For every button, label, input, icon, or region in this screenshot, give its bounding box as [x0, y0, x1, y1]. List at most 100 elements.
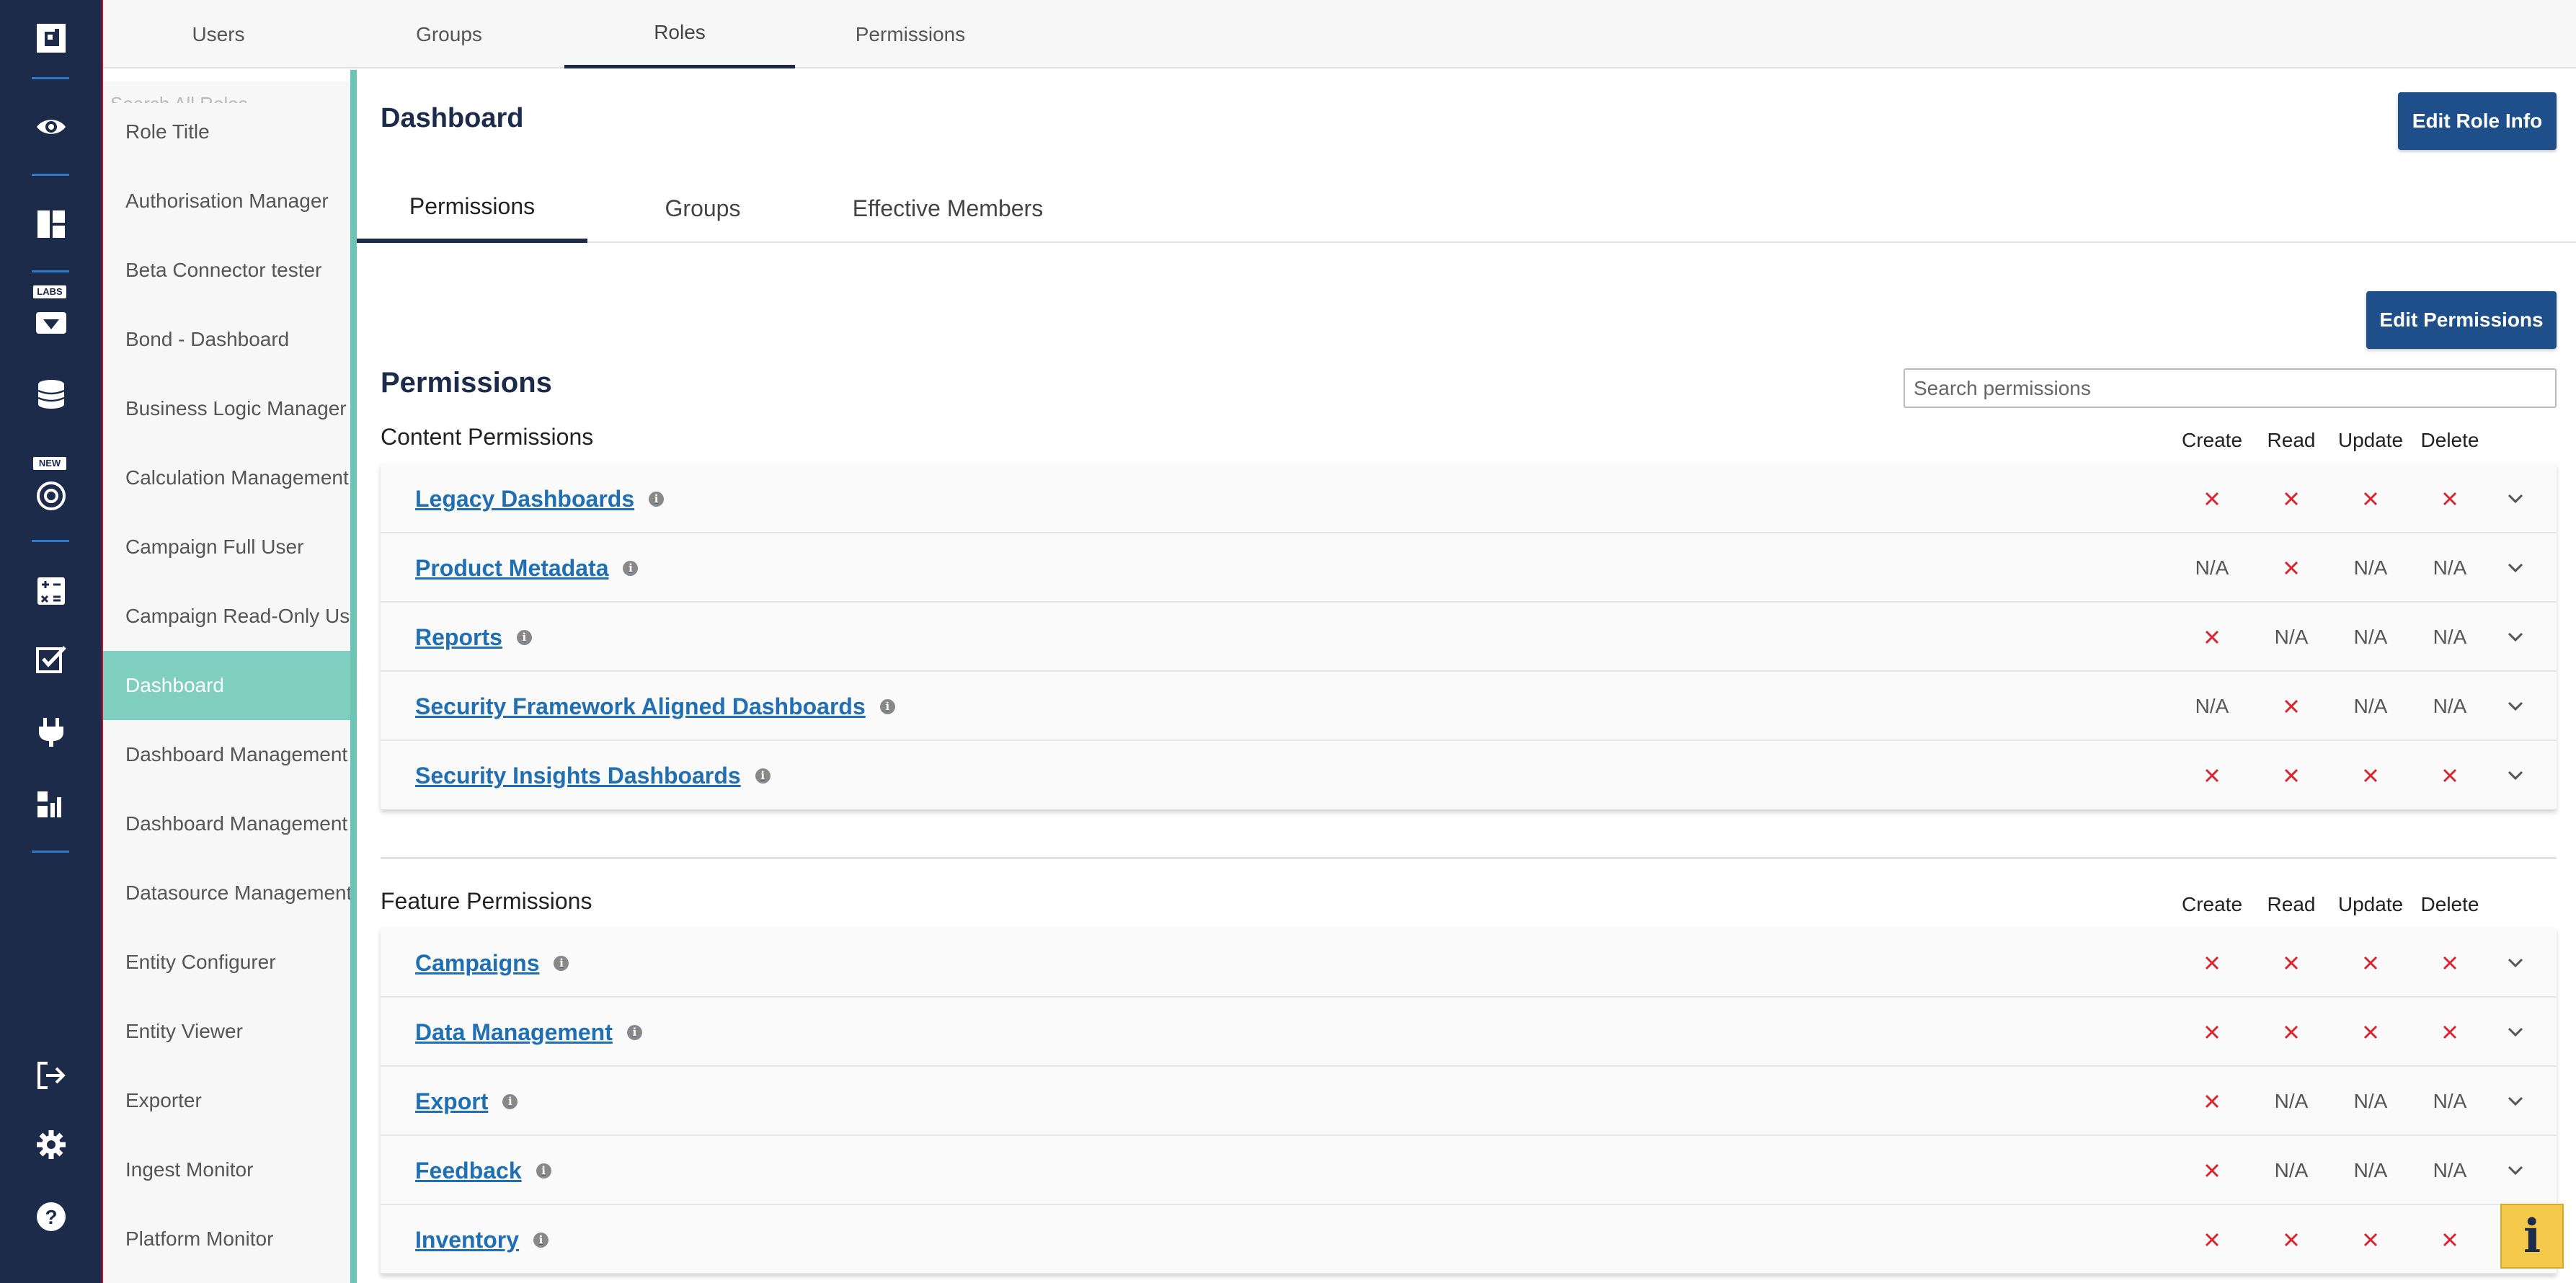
deny-icon: [2172, 998, 2252, 1067]
chevron-down-icon[interactable]: [2501, 672, 2530, 741]
chevron-down-icon[interactable]: [2501, 998, 2530, 1067]
permission-card: Campaigns i Data Management i Export i N/A N/A N…: [381, 928, 2557, 1274]
permission-value: N/A: [2274, 1090, 2309, 1112]
info-icon[interactable]: i: [626, 1024, 642, 1040]
rail-item-logout[interactable]: [0, 1048, 102, 1106]
rail-item-plug[interactable]: [0, 704, 102, 762]
rail-item-eye[interactable]: [0, 99, 102, 157]
permission-name: Data Management: [415, 1018, 613, 1045]
search-permissions-input[interactable]: [1904, 368, 2557, 408]
deny-icon: [2410, 1205, 2490, 1274]
role-list-item[interactable]: Entity Viewer: [103, 997, 350, 1066]
tab-roles[interactable]: Roles: [564, 0, 795, 68]
deny-icon: [2410, 741, 2490, 810]
rail-item-calculator[interactable]: [0, 564, 102, 621]
permission-value: N/A: [2353, 1090, 2388, 1112]
permission-group-heading: Feature Permissions: [381, 888, 592, 914]
permission-link[interactable]: Product Metadata i: [415, 533, 639, 603]
chevron-down-icon[interactable]: [2501, 603, 2530, 672]
chevron-down-icon[interactable]: [2501, 1067, 2530, 1136]
permission-name: Product Metadata: [415, 554, 609, 581]
info-icon[interactable]: i: [502, 1093, 518, 1109]
deny-icon: [2172, 1205, 2252, 1274]
role-list-item[interactable]: Calculation Management: [103, 443, 350, 512]
permission-card: Legacy Dashboards i Product Metadata i N/A N/…: [381, 464, 2557, 810]
role-list-item[interactable]: Authorisation Manager: [103, 167, 350, 236]
role-list-item[interactable]: Campaign Read-Only User: [103, 582, 350, 651]
deny-icon: [2410, 928, 2490, 998]
role-list-item[interactable]: Business Logic Manager: [103, 374, 350, 443]
info-icon[interactable]: i: [554, 955, 569, 971]
rail-item-database[interactable]: [0, 367, 102, 425]
rail-item-checklist[interactable]: [0, 632, 102, 690]
role-list-item[interactable]: Bond - Dashboard: [103, 305, 350, 374]
role-list-item[interactable]: Datasource Management: [103, 858, 350, 928]
role-list-item[interactable]: Dashboard Management: [103, 789, 350, 858]
permission-link[interactable]: Reports i: [415, 603, 532, 672]
permission-link[interactable]: Legacy Dashboards i: [415, 464, 665, 533]
rail-item-logo[interactable]: [0, 11, 102, 68]
rail-separator: [32, 174, 69, 176]
edit-role-info-button[interactable]: Edit Role Info: [2398, 92, 2557, 150]
chevron-down-icon[interactable]: [2501, 464, 2530, 533]
permission-value: N/A: [2353, 1159, 2388, 1181]
chevron-down-icon[interactable]: [2501, 1136, 2530, 1205]
permission-link[interactable]: Security Framework Aligned Dashboards i: [415, 672, 895, 741]
info-icon[interactable]: i: [536, 1163, 551, 1178]
permission-link[interactable]: Export i: [415, 1067, 518, 1136]
role-list-item[interactable]: Dashboard: [103, 651, 350, 720]
tab-users[interactable]: Users: [103, 0, 334, 68]
info-icon[interactable]: i: [533, 1232, 549, 1248]
subtab-effective-members[interactable]: Effective Members: [818, 174, 1078, 243]
edit-permissions-button[interactable]: Edit Permissions: [2366, 291, 2557, 349]
role-list-item[interactable]: Entity Configurer: [103, 928, 350, 997]
rail-item-dashboard[interactable]: [0, 197, 102, 254]
permission-row: Data Management i: [381, 998, 2557, 1067]
deny-icon: [2172, 1067, 2252, 1136]
info-icon[interactable]: i: [623, 560, 639, 576]
role-list-item[interactable]: Beta Connector tester: [103, 236, 350, 305]
column-header-delete: Delete: [2420, 429, 2479, 451]
permission-value: N/A: [2433, 1159, 2467, 1181]
permission-link[interactable]: Security Insights Dashboards i: [415, 741, 770, 810]
rail-item-help[interactable]: ?: [0, 1189, 102, 1247]
chevron-down-icon[interactable]: [2501, 928, 2530, 998]
permission-name: Reports: [415, 623, 502, 650]
rail-item-reports[interactable]: [0, 776, 102, 834]
info-icon[interactable]: i: [649, 491, 665, 507]
rail-item-labs[interactable]: [0, 296, 102, 353]
tab-permissions[interactable]: Permissions: [795, 0, 1026, 68]
permission-row: Legacy Dashboards i: [381, 464, 2557, 533]
chevron-down-icon[interactable]: [2501, 533, 2530, 603]
role-list-item[interactable]: Platform Monitor: [103, 1204, 350, 1274]
role-list-item[interactable]: Exporter: [103, 1066, 350, 1135]
permission-name: Legacy Dashboards: [415, 485, 635, 512]
chevron-down-icon[interactable]: [2501, 741, 2530, 810]
tab-groups[interactable]: Groups: [334, 0, 564, 68]
permission-link[interactable]: Data Management i: [415, 998, 642, 1067]
main-panel: Dashboard Edit Role Info Permissions Grou…: [357, 70, 2576, 1283]
permission-link[interactable]: Feedback i: [415, 1136, 551, 1205]
role-list-item[interactable]: Ingest Monitor: [103, 1135, 350, 1204]
role-list-item[interactable]: Campaign Full User: [103, 512, 350, 582]
role-list-item[interactable]: Role Title: [103, 97, 350, 167]
eye-icon: [35, 110, 68, 147]
permission-link[interactable]: Inventory i: [415, 1205, 549, 1274]
help-fab-button[interactable]: i: [2500, 1204, 2564, 1269]
rail-item-settings[interactable]: [0, 1117, 102, 1175]
svg-text:?: ?: [45, 1206, 57, 1228]
deny-icon: [2252, 1205, 2331, 1274]
subtab-permissions[interactable]: Permissions: [357, 174, 587, 243]
permission-value: N/A: [2433, 1090, 2467, 1112]
info-icon[interactable]: i: [516, 629, 532, 645]
permission-link[interactable]: Campaigns i: [415, 928, 569, 998]
permissions-heading: Permissions: [381, 367, 552, 399]
rail-item-target[interactable]: [0, 467, 102, 525]
info-icon[interactable]: i: [755, 768, 770, 783]
permission-value: N/A: [2433, 695, 2467, 717]
deny-icon: [2252, 998, 2331, 1067]
subtab-groups[interactable]: Groups: [587, 174, 818, 243]
reports-icon: [35, 787, 68, 824]
info-icon[interactable]: i: [879, 698, 895, 714]
role-list-item[interactable]: Dashboard Management: [103, 720, 350, 789]
